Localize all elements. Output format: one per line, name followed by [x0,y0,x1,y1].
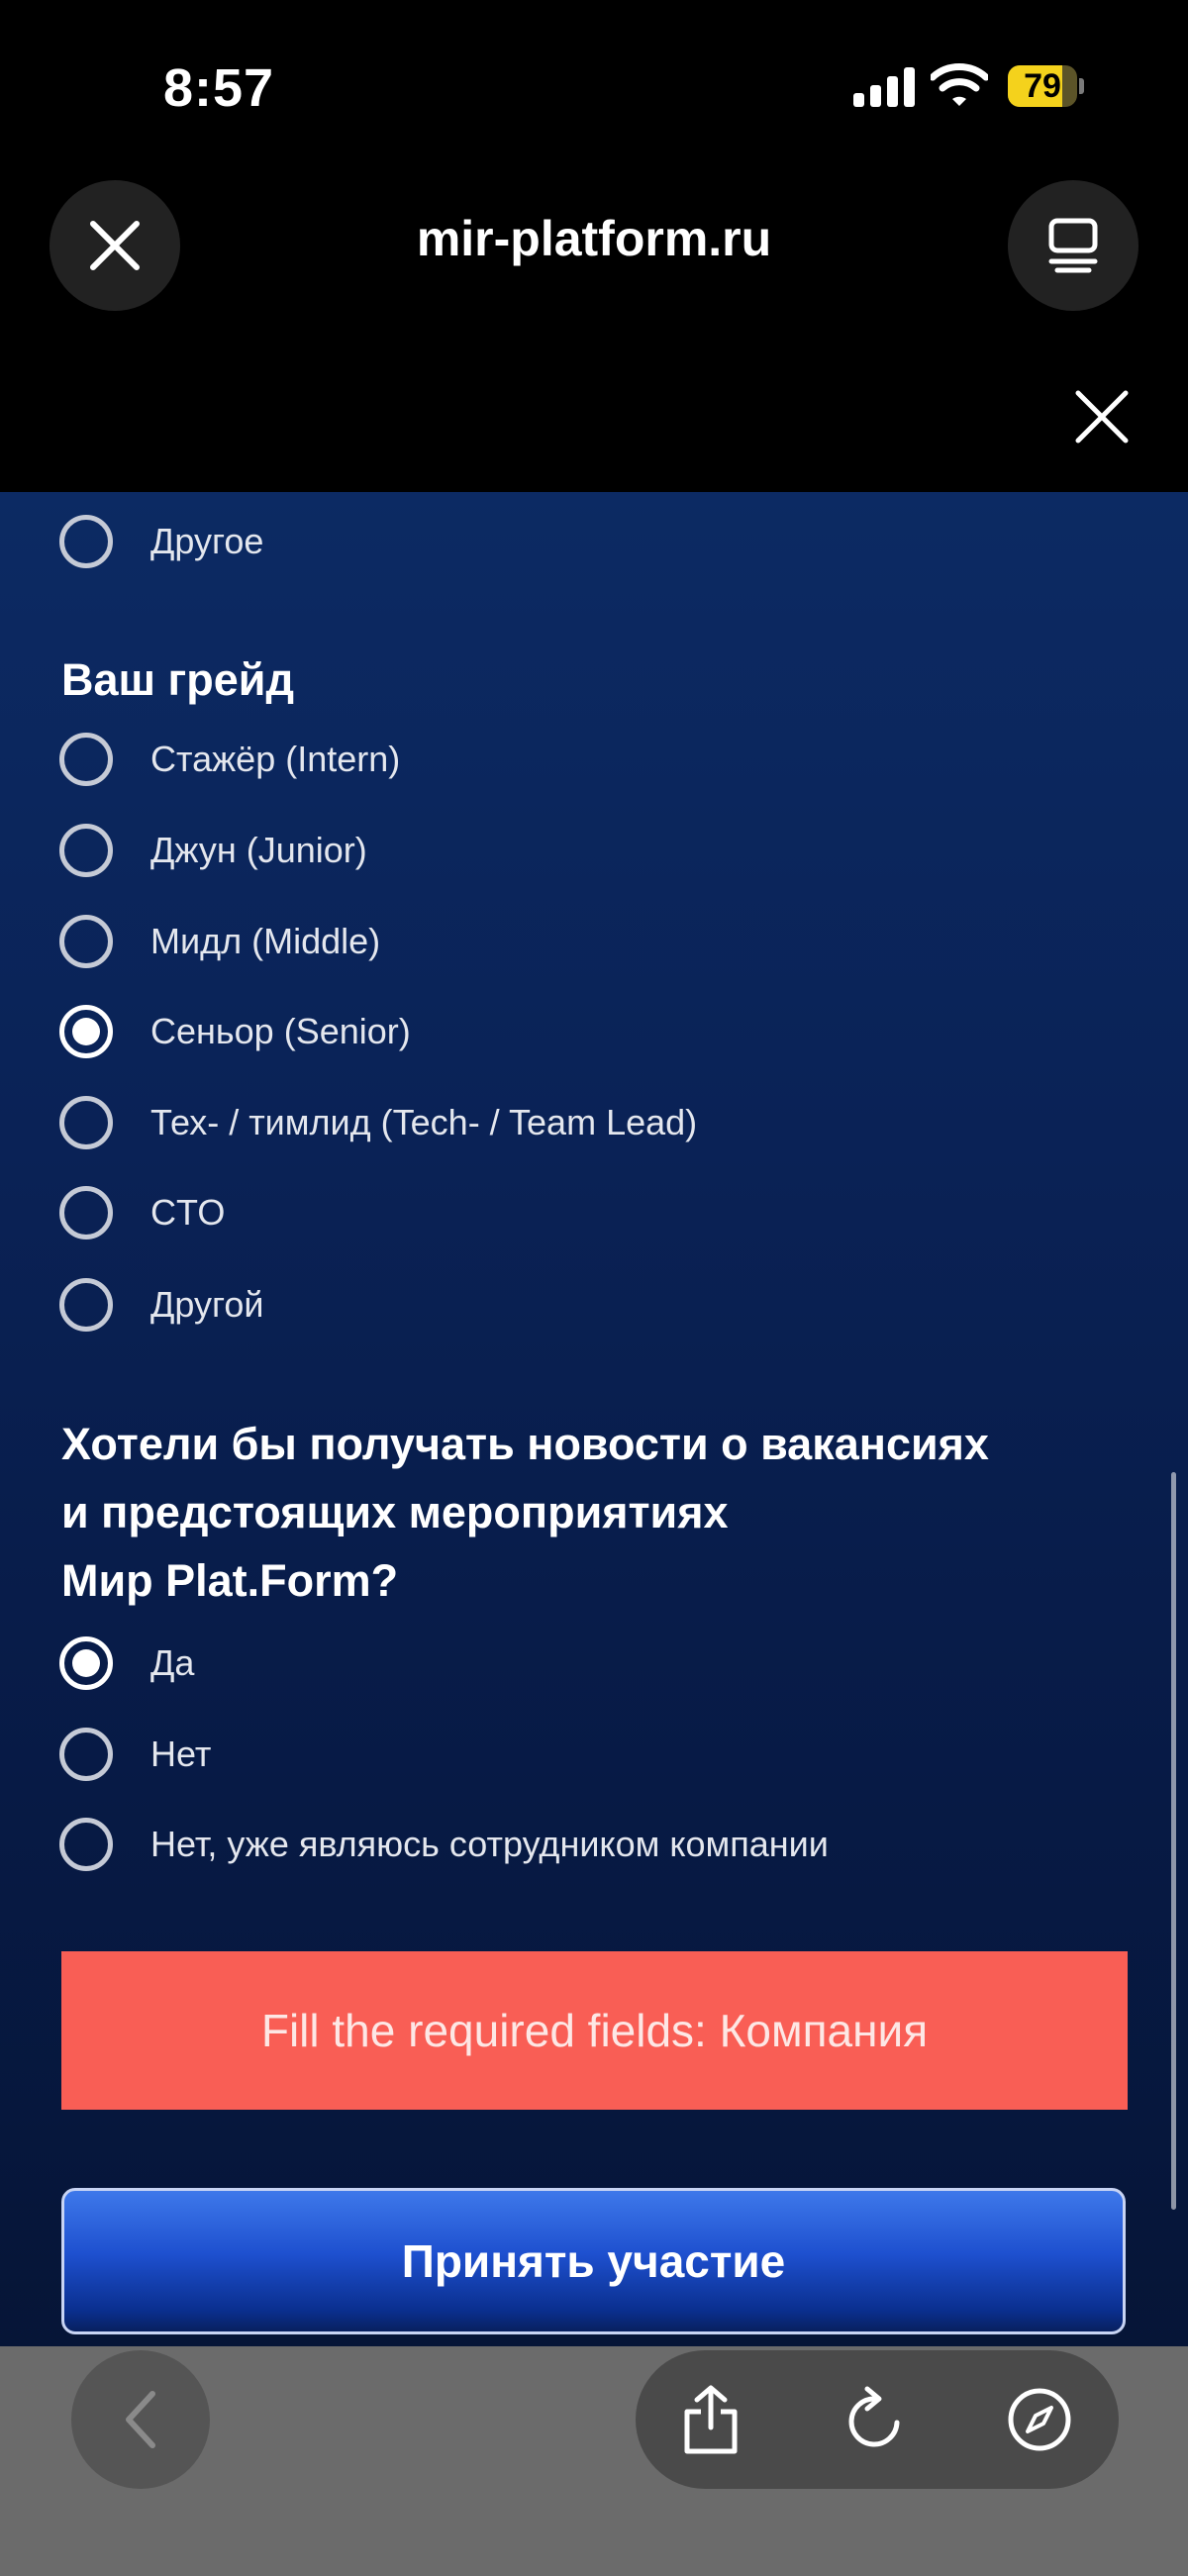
news-question-heading: Хотели бы получать новости о вакансиях и… [61,1410,989,1615]
radio-button[interactable] [59,824,113,877]
radio-button[interactable] [59,1186,113,1239]
radio-option-junior[interactable]: Джун (Junior) [59,818,367,883]
reload-icon [848,2386,900,2447]
submit-participate-button[interactable]: Принять участие [61,2188,1126,2334]
radio-option-label: Да [150,1642,195,1683]
radio-button[interactable] [59,515,113,568]
radio-option-middle[interactable]: Мидл (Middle) [59,909,380,974]
chevron-left-icon [126,2391,155,2448]
radio-option-label: Стажёр (Intern) [150,739,401,779]
reload-button[interactable] [836,2380,915,2459]
radio-option-other-grade[interactable]: Другой [59,1272,263,1338]
radio-option-cto[interactable]: CTO [59,1180,225,1245]
news-heading-line: Мир Plat.Form? [61,1555,399,1606]
battery-indicator: 79 [1008,65,1085,107]
validation-error-text: Fill the required fields: Компания [260,2005,929,2056]
share-icon [684,2385,738,2454]
radio-button[interactable] [59,1728,113,1781]
back-button[interactable] [71,2350,210,2489]
tabs-icon [1048,218,1098,273]
radio-option-label: Сеньор (Senior) [150,1011,411,1051]
radio-option-senior[interactable]: Сеньор (Senior) [59,999,411,1064]
news-heading-line: и предстоящих мероприятиях [61,1487,729,1537]
web-page-content: Другое Ваш грейд Стажёр (Intern) Джун (J… [0,492,1188,2346]
radio-option-label: Тех- / тимлид (Tech- / Team Lead) [150,1102,698,1142]
radio-button[interactable] [59,1278,113,1332]
page-scrollbar[interactable] [1171,1472,1176,2210]
radio-option-no[interactable]: Нет [59,1722,211,1787]
radio-button[interactable] [59,1096,113,1149]
status-bar: 8:57 79 [0,0,1188,168]
radio-button[interactable] [59,733,113,786]
radio-option-label: Другое [150,521,264,561]
compass-button[interactable] [1000,2380,1079,2459]
battery-percent: 79 [1024,67,1061,105]
radio-option-label: Нет [150,1734,212,1774]
radio-button[interactable] [59,915,113,968]
radio-option-label: CTO [150,1192,226,1233]
radio-button-checked[interactable] [59,1005,113,1058]
validation-error-banner: Fill the required fields: Компания [61,1951,1128,2110]
news-heading-line: Хотели бы получать новости о вакансиях [61,1419,989,1469]
compass-icon [1008,2388,1071,2451]
radio-option-other-previous[interactable]: Другое [59,509,263,574]
radio-button[interactable] [59,1818,113,1871]
radio-option-yes[interactable]: Да [59,1631,194,1696]
dismiss-banner-close-icon[interactable] [1075,390,1129,444]
grade-question-heading: Ваш грейд [61,654,295,705]
tabs-button[interactable] [1008,180,1138,311]
radio-option-label: Мидл (Middle) [150,921,381,961]
status-time: 8:57 [163,58,275,118]
radio-button-checked[interactable] [59,1636,113,1690]
wifi-icon [931,63,988,106]
radio-option-label: Джун (Junior) [150,830,367,870]
share-button[interactable] [671,2380,750,2459]
radio-option-tech-team-lead[interactable]: Тех- / тимлид (Tech- / Team Lead) [59,1090,697,1155]
radio-option-label: Другой [150,1284,264,1325]
cellular-signal-icon [853,67,915,107]
radio-option-label: Нет, уже являюсь сотрудником компании [150,1824,829,1864]
radio-option-already-employee[interactable]: Нет, уже являюсь сотрудником компании [59,1812,829,1877]
submit-button-label: Принять участие [401,2235,786,2287]
radio-option-intern[interactable]: Стажёр (Intern) [59,727,400,792]
